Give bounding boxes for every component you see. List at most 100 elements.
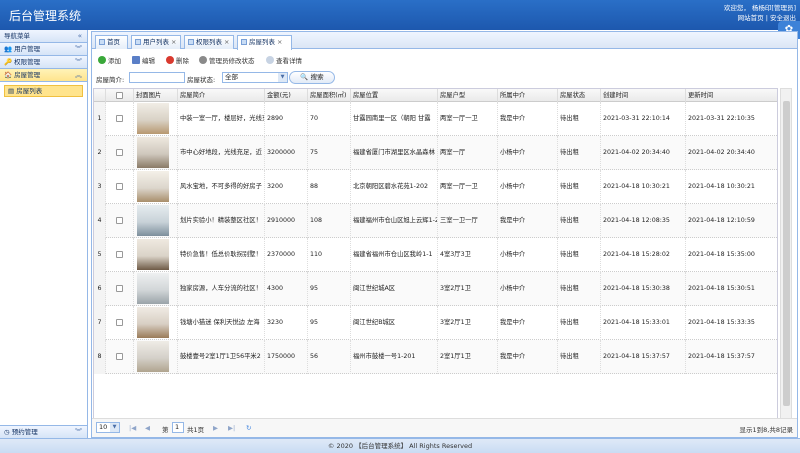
header-cell: 所属中介: [498, 89, 558, 102]
prev-page-icon[interactable]: ◀: [145, 424, 150, 432]
tab-label: 房屋列表: [249, 38, 275, 46]
row-checkbox-cell[interactable]: [106, 272, 134, 306]
add-button[interactable]: 添加: [98, 56, 121, 66]
scrollbar-thumb[interactable]: [783, 101, 790, 406]
row-checkbox-cell[interactable]: [106, 238, 134, 272]
checkbox[interactable]: [116, 91, 123, 99]
last-page-icon[interactable]: ▶|: [228, 424, 235, 432]
table-cell-loc: 福建福州市仓山区旭上云辉1-2: [351, 204, 438, 238]
footer: © 2020 【后台管理系统】 All Rights Reserved: [0, 438, 800, 453]
chevron-up-icon[interactable]: ︽: [75, 69, 82, 82]
refresh-icon[interactable]: ↻: [246, 424, 251, 432]
page-number-input[interactable]: 1: [172, 422, 184, 433]
add-label: 添加: [108, 57, 121, 65]
table-cell-status: 待出租: [558, 170, 601, 204]
vertical-scrollbar[interactable]: [780, 88, 792, 420]
table-cell-n: 6: [94, 272, 106, 306]
row-checkbox-cell[interactable]: [106, 102, 134, 136]
edit-button[interactable]: 编辑: [132, 56, 155, 66]
table-cell-type: 两室一厅: [438, 136, 498, 170]
table-cell-area: 95: [308, 306, 351, 340]
row-checkbox-cell[interactable]: [106, 204, 134, 238]
tab-house-list[interactable]: 房屋列表 ×: [237, 35, 292, 50]
chevron-down-icon[interactable]: ︾: [75, 56, 82, 69]
table-row[interactable]: 6 独家房源，人车分流的社区！ 4300 95 闽江世纪城A区 3室2厅1卫 小杨中介 待出租…: [94, 272, 777, 306]
search-button-label: 搜索: [310, 73, 324, 81]
sidebar-item-house-management[interactable]: 🏠 房屋管理 ︽: [0, 69, 87, 82]
table-cell-agent: 我是中介: [498, 306, 558, 340]
table-cell-price: 2370000: [265, 238, 308, 272]
add-icon: [98, 56, 106, 64]
intro-input[interactable]: [129, 72, 185, 83]
status-select[interactable]: 全部 ▼: [222, 72, 288, 83]
sidebar-item-appointment-management[interactable]: ◷ 预约管理 ︾: [0, 425, 87, 438]
tab-permission-list[interactable]: 权限列表 ×: [184, 35, 234, 49]
checkbox[interactable]: [116, 284, 123, 292]
table-cell-type: 两室一厅一卫: [438, 170, 498, 204]
table-row[interactable]: 5 特价急售！低总价耿拐别墅！ 2370000 110 福建省福州市仓山区我岭1-1 4室…: [94, 238, 777, 272]
row-checkbox-cell[interactable]: [106, 170, 134, 204]
cover-image-cell: [134, 204, 178, 238]
status-label: 房屋状态:: [187, 76, 216, 84]
table-cell-area: 75: [308, 136, 351, 170]
table-cell-price: 3230: [265, 306, 308, 340]
sidebar-item-permission-management[interactable]: 🔑 权限管理 ︾: [0, 56, 87, 69]
table-cell-status: 待出租: [558, 306, 601, 340]
chevron-down-icon: ▼: [110, 423, 119, 432]
tab-label: 首页: [107, 38, 120, 46]
tab-home[interactable]: 首页: [95, 35, 128, 49]
search-button[interactable]: 🔍 搜索: [289, 71, 335, 84]
table-row[interactable]: 8 鼓楼壹号2室1厅1卫56平米2 1750000 56 福州市鼓楼一号1-201 2室1…: [94, 340, 777, 374]
table-cell-intro: 市中心好地段，光线充足，近: [178, 136, 265, 170]
table-row[interactable]: 1 中装一室一厅，楼层好，光线充 2890 70 甘露园南里一区（朝阳 甘露 两室一厅一卫…: [94, 102, 777, 136]
pagination-bar: 10 ▼ |◀ ◀ 第 1 共1页 ▶ ▶| ↻ 显示1到8,共8记录: [92, 418, 797, 437]
total-pages: 共1页: [187, 426, 205, 434]
checkbox[interactable]: [116, 250, 123, 258]
collapse-icon[interactable]: «: [78, 30, 82, 43]
table-cell-agent: 小杨中介: [498, 238, 558, 272]
checkbox[interactable]: [116, 318, 123, 326]
page-size-value: 10: [99, 423, 108, 431]
view-details-button[interactable]: 查看详情: [266, 56, 302, 66]
table-cell-status: 待出租: [558, 204, 601, 238]
checkbox[interactable]: [116, 182, 123, 190]
delete-icon: [166, 56, 174, 64]
change-status-button[interactable]: 管理员修改状态: [199, 56, 255, 66]
table-cell-price: 2910000: [265, 204, 308, 238]
next-page-icon[interactable]: ▶: [213, 424, 218, 432]
row-checkbox-cell[interactable]: [106, 340, 134, 374]
page-size-select[interactable]: 10 ▼: [96, 422, 120, 433]
page-prefix: 第: [162, 426, 169, 434]
tab-user-list[interactable]: 用户列表 ×: [131, 35, 181, 49]
house-thumbnail: [137, 341, 169, 372]
table-header: 封面图片 房屋简介 金额(元) 房屋面积(㎡) 房屋位置 房屋户型 所属中介 房…: [94, 89, 777, 102]
sidebar-item-user-management[interactable]: 👥 用户管理 ︾: [0, 43, 87, 56]
table-cell-status: 待出租: [558, 102, 601, 136]
close-icon[interactable]: ×: [277, 38, 282, 46]
checkbox[interactable]: [116, 114, 123, 122]
row-checkbox-cell[interactable]: [106, 306, 134, 340]
table-cell-loc: 甘露园南里一区（朝阳 甘露: [351, 102, 438, 136]
checkbox[interactable]: [116, 352, 123, 360]
delete-button[interactable]: 删除: [166, 56, 189, 66]
table-row[interactable]: 3 风水宝地，不可多得的好房子 3200 88 北京朝阳区碧水花苑1-202 两室一厅一卫…: [94, 170, 777, 204]
checkbox[interactable]: [116, 148, 123, 156]
table-cell-created: 2021-04-18 15:37:57: [601, 340, 686, 374]
table-row[interactable]: 4 划片实验小！精装整区社区！ 2910000 108 福建福州市仓山区旭上云辉1-2 三…: [94, 204, 777, 238]
table-row[interactable]: 7 钱塘小猫迷 保利天悦边 左海 3230 95 闽江世纪B城区 3室2厅1卫 我是中介 待出…: [94, 306, 777, 340]
table-row[interactable]: 2 市中心好地段，光线充足，近 3200000 75 福建省厦门市湖里区水晶森林 两室一厅…: [94, 136, 777, 170]
header-checkbox[interactable]: [106, 89, 134, 102]
sidebar-title: 导航菜单 «: [0, 30, 87, 43]
first-page-icon[interactable]: |◀: [129, 424, 136, 432]
table-cell-status: 待出租: [558, 272, 601, 306]
table-cell-price: 3200: [265, 170, 308, 204]
row-checkbox-cell[interactable]: [106, 136, 134, 170]
close-icon[interactable]: ×: [171, 38, 176, 46]
checkbox[interactable]: [116, 216, 123, 224]
delete-label: 删除: [176, 57, 189, 65]
table-cell-status: 待出租: [558, 238, 601, 272]
cover-image-cell: [134, 170, 178, 204]
sidebar-subitem-house-list[interactable]: ▤ 房屋列表: [4, 85, 83, 97]
close-icon[interactable]: ×: [224, 38, 229, 46]
chevron-down-icon[interactable]: ︾: [75, 43, 82, 56]
